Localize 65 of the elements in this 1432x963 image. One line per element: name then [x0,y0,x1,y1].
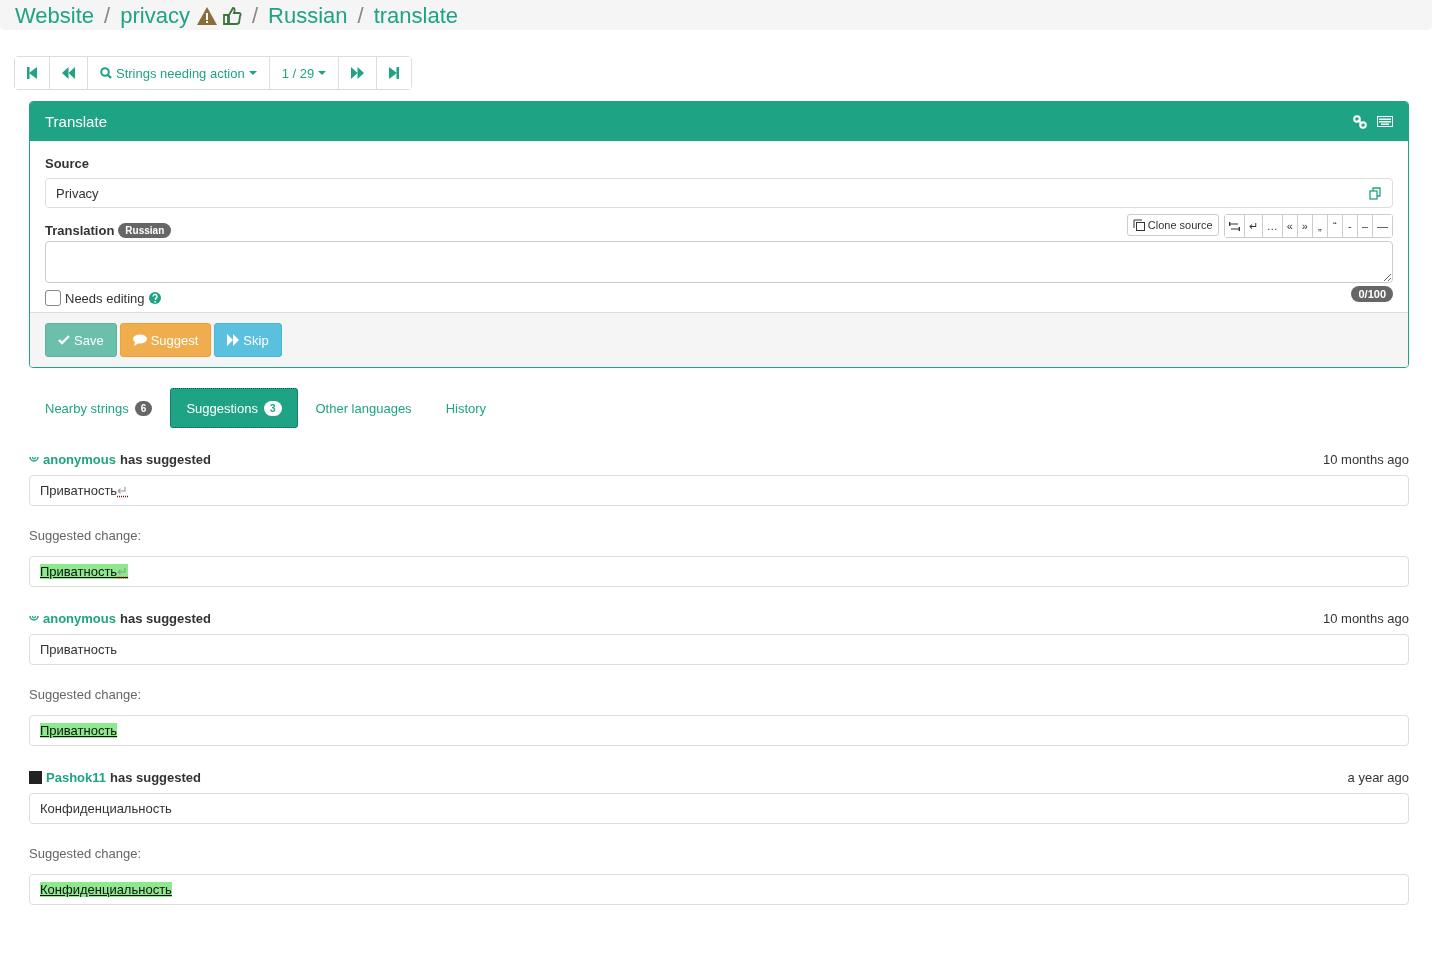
language-badge: Russian [118,223,172,238]
current-text: Конфиденциальность [40,801,172,816]
tab[interactable]: History [429,388,503,428]
translation-label: Translation [45,223,115,238]
panel-title: Translate [45,113,107,130]
tab[interactable]: Suggestions 3 [170,388,298,428]
last-icon [389,67,400,79]
tab-icon [1228,221,1240,231]
breadcrumb-separator: / [104,2,111,30]
avatar-icon [29,614,39,623]
needs-editing-checkbox[interactable] [45,290,61,306]
speech-bubble-icon [132,334,147,346]
clone-source-button[interactable]: Clone source [1126,214,1219,236]
user-link[interactable]: anonymous [43,452,116,467]
breadcrumb-separator: / [357,2,364,30]
user-link[interactable]: Pashok11 [46,770,106,785]
breadcrumb-separator: / [251,2,258,30]
avatar-photo-placeholder [29,771,42,784]
inserted-text: Конфиденциальность [40,882,172,897]
suggestion-author-text: has suggested [119,611,211,626]
tab[interactable]: Nearby strings 6 [29,388,169,428]
thumbs-up-icon [221,6,242,26]
timestamp: a year ago [1347,770,1409,785]
translation-field[interactable] [45,241,1393,283]
breadcrumb-link[interactable]: privacy [120,2,190,30]
tab-key-button[interactable] [1224,215,1245,237]
needs-editing-label: Needs editing [65,290,145,306]
keyboard-icon [1377,116,1393,127]
character-counter: 0/100 [1351,286,1393,302]
fast-forward-icon [227,334,240,346]
copy-icon [1132,219,1145,231]
skip-button[interactable]: Skip [214,323,282,357]
warning-icon [195,6,218,26]
count-badge: 3 [263,400,282,416]
tab[interactable]: Other languages [299,388,428,428]
inserted-text: Приватность↵ [40,564,129,579]
source-label: Source [45,156,91,171]
timestamp: 10 months ago [1323,611,1409,626]
suggested-change-label: Suggested change: [29,846,143,861]
user-link[interactable]: anonymous [43,611,116,626]
timestamp: 10 months ago [1323,452,1409,467]
copy-icon [1369,186,1382,200]
first-icon [27,67,37,79]
rewind-icon [62,67,75,79]
current-text: Приватность↵ [40,483,129,498]
inserted-text: Приватность [40,723,118,738]
check-icon [58,334,70,346]
suggested-change-label: Suggested change: [29,528,143,543]
search-icon [100,67,112,79]
breadcrumb-link[interactable]: Website [15,2,95,30]
suggested-change-label: Suggested change: [29,687,143,702]
fast-forward-icon [351,67,365,79]
avatar-icon [29,455,39,464]
breadcrumb-link[interactable]: Russian [268,2,348,30]
first-button[interactable] [15,57,50,89]
link-icon [1353,114,1367,129]
suggestion-author-text: has suggested [110,770,202,785]
help-icon [148,292,161,304]
breadcrumb-link[interactable]: translate [373,2,458,30]
save-button[interactable]: Save [45,323,117,357]
source-text: Privacy [56,185,99,201]
suggest-button[interactable]: Suggest [119,323,212,357]
count-badge: 6 [134,400,153,416]
current-text: Приватность [40,642,118,657]
suggestion-author-text: has suggested [119,452,211,467]
